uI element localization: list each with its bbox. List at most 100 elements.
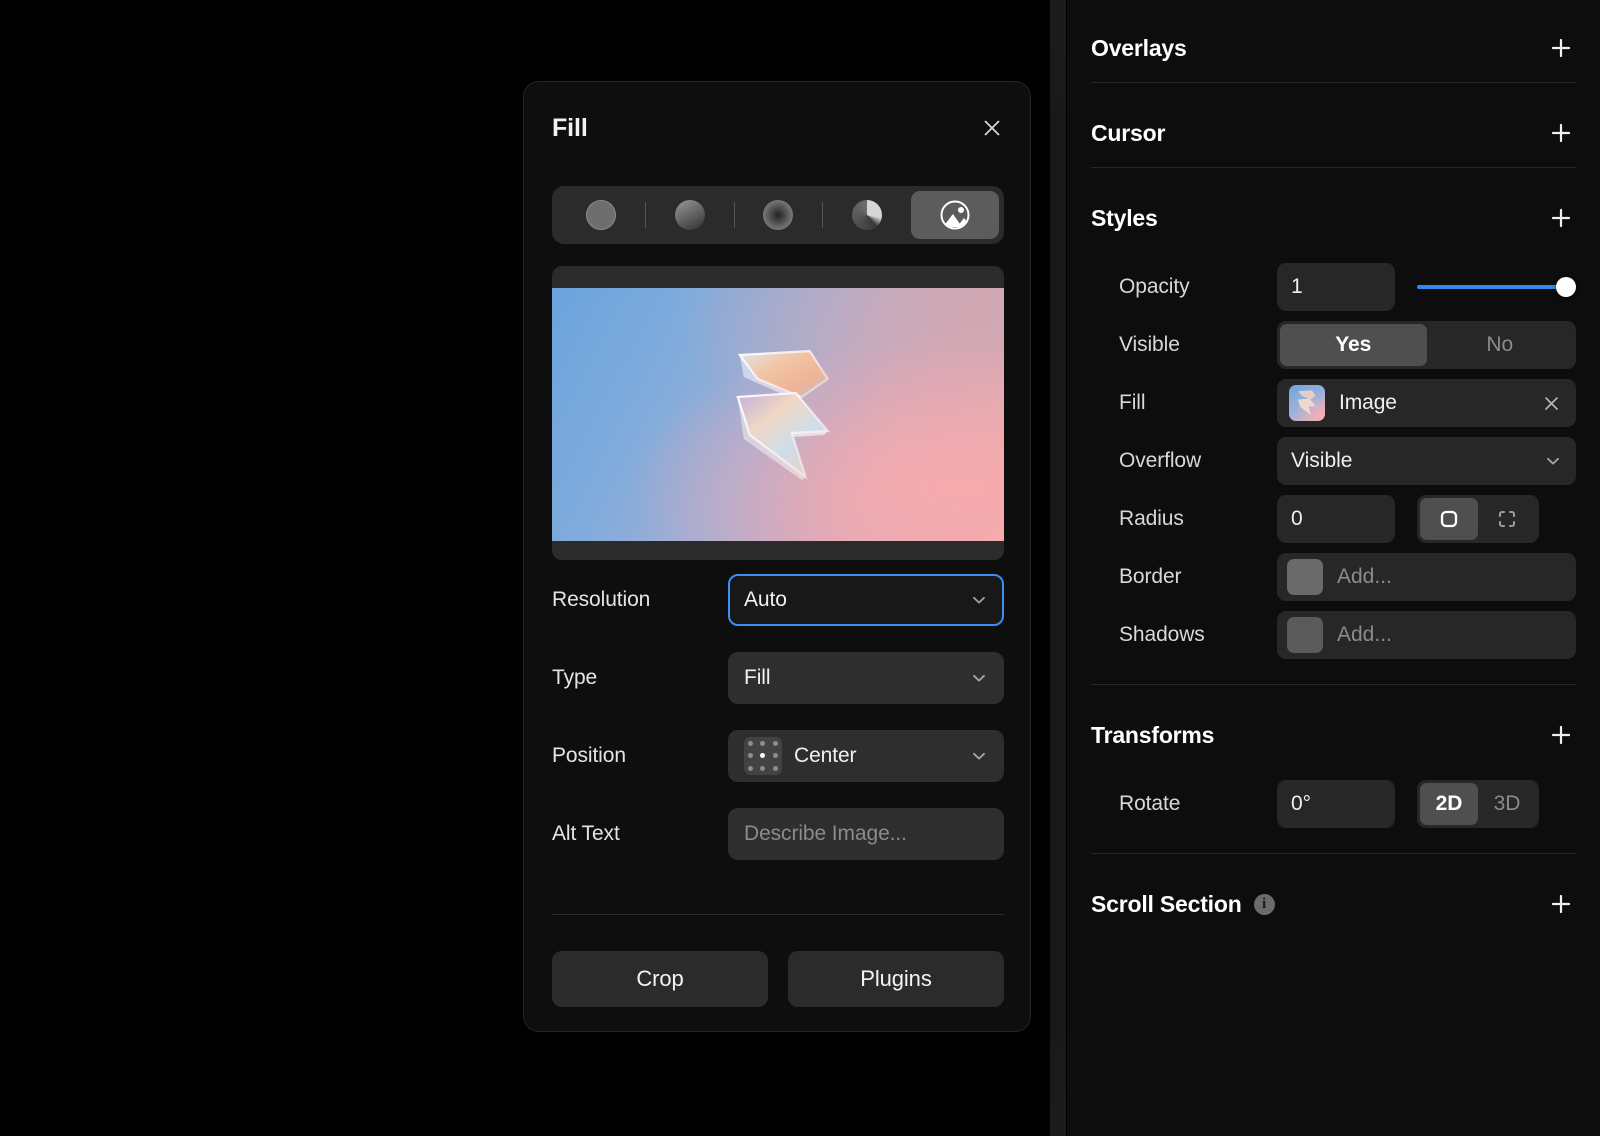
section-scroll-section[interactable]: Scroll Section i	[1091, 882, 1576, 926]
rotate-row: Rotate 0° 2D 3D	[1091, 775, 1576, 833]
rotate-mode-toggle[interactable]: 2D 3D	[1417, 780, 1539, 828]
resolution-label: Resolution	[552, 588, 728, 612]
opacity-input[interactable]: 1	[1277, 263, 1395, 311]
spacer	[1091, 70, 1576, 82]
visible-toggle[interactable]: Yes No	[1277, 321, 1576, 369]
grid-dot	[773, 753, 778, 758]
chevron-down-icon	[970, 669, 988, 687]
shadow-color-swatch[interactable]	[1287, 617, 1323, 653]
close-icon[interactable]	[976, 112, 1008, 144]
resolution-select[interactable]: Auto	[728, 574, 1004, 626]
opacity-slider-track	[1417, 285, 1562, 289]
fill-row: Fill Image	[1091, 374, 1576, 432]
opacity-row: Opacity 1	[1091, 258, 1576, 316]
radius-label: Radius	[1091, 507, 1277, 531]
spacer	[1091, 664, 1576, 684]
spacer	[1091, 155, 1576, 167]
visible-label: Visible	[1091, 333, 1277, 357]
image-preview[interactable]	[552, 266, 1004, 560]
overflow-label: Overflow	[1091, 449, 1277, 473]
fill-type-linear-gradient[interactable]	[646, 191, 734, 239]
border-row: Border Add...	[1091, 548, 1576, 606]
rotate-label: Rotate	[1091, 792, 1277, 816]
chevron-down-icon	[1544, 452, 1562, 470]
rounded-square-icon	[1438, 508, 1460, 530]
opacity-slider[interactable]	[1417, 263, 1576, 311]
position-value: Center	[794, 744, 970, 768]
radius-mode-per-corner[interactable]	[1478, 498, 1536, 540]
section-styles[interactable]: Styles	[1091, 196, 1576, 240]
section-title-transforms: Transforms	[1091, 722, 1214, 749]
fill-type-image[interactable]	[911, 191, 999, 239]
divider	[1091, 82, 1576, 83]
image-preview-bitmap	[552, 288, 1004, 541]
fill-swatch[interactable]	[1289, 385, 1325, 421]
alt-text-field[interactable]: Describe Image...	[728, 808, 1004, 860]
rotate-mode-3d[interactable]: 3D	[1478, 783, 1536, 825]
section-overlays[interactable]: Overlays	[1091, 26, 1576, 70]
fill-type-radial-gradient[interactable]	[735, 191, 823, 239]
add-scroll-section-plus-icon[interactable]	[1546, 889, 1576, 919]
overflow-value: Visible	[1291, 449, 1544, 473]
fill-value-control[interactable]: Image	[1277, 379, 1576, 427]
divider	[1091, 853, 1576, 854]
rotate-input[interactable]: 0°	[1277, 780, 1395, 828]
fill-type-solid[interactable]	[557, 191, 645, 239]
position-label: Position	[552, 744, 728, 768]
opacity-slider-knob[interactable]	[1556, 277, 1576, 297]
border-placeholder: Add...	[1337, 565, 1392, 589]
shadows-placeholder: Add...	[1337, 623, 1392, 647]
border-add-control[interactable]: Add...	[1277, 553, 1576, 601]
corners-icon	[1496, 508, 1518, 530]
border-color-swatch[interactable]	[1287, 559, 1323, 595]
info-icon[interactable]: i	[1254, 894, 1275, 915]
alt-text-row: Alt Text Describe Image...	[552, 808, 1004, 860]
spacer	[1091, 833, 1576, 853]
fill-modal-title: Fill	[552, 114, 588, 143]
grid-dot	[748, 753, 753, 758]
section-title-scroll-section: Scroll Section	[1091, 891, 1242, 918]
fill-label: Fill	[1091, 391, 1277, 415]
overflow-row: Overflow Visible	[1091, 432, 1576, 490]
divider	[1091, 167, 1576, 168]
radius-input[interactable]: 0	[1277, 495, 1395, 543]
conic-gradient-icon	[852, 200, 882, 230]
add-style-plus-icon[interactable]	[1546, 203, 1576, 233]
section-title-styles: Styles	[1091, 205, 1158, 232]
section-transforms[interactable]: Transforms	[1091, 713, 1576, 757]
radius-mode-toggle[interactable]	[1417, 495, 1539, 543]
resolution-row: Resolution Auto	[552, 574, 1004, 626]
resolution-value: Auto	[744, 588, 970, 612]
divider	[552, 914, 1004, 915]
visible-option-no[interactable]: No	[1427, 324, 1574, 366]
add-transform-plus-icon[interactable]	[1546, 720, 1576, 750]
visible-option-yes[interactable]: Yes	[1280, 324, 1427, 366]
position-row: Position Center	[552, 730, 1004, 782]
grid-dot	[760, 766, 765, 771]
fill-type-selector[interactable]	[552, 186, 1004, 244]
grid-dot	[773, 766, 778, 771]
add-overlay-plus-icon[interactable]	[1546, 33, 1576, 63]
grid-dot	[773, 741, 778, 746]
type-label: Type	[552, 666, 728, 690]
radius-mode-uniform[interactable]	[1420, 498, 1478, 540]
section-cursor[interactable]: Cursor	[1091, 111, 1576, 155]
grid-dot	[748, 741, 753, 746]
alt-text-placeholder: Describe Image...	[744, 822, 988, 846]
type-value: Fill	[744, 666, 970, 690]
properties-sidebar: Overlays Cursor Styles Opacity 1	[1067, 0, 1600, 1136]
shadows-add-control[interactable]: Add...	[1277, 611, 1576, 659]
crop-button[interactable]: Crop	[552, 951, 768, 1007]
fill-type-conic-gradient[interactable]	[823, 191, 911, 239]
image-icon	[938, 198, 972, 232]
position-grid-icon[interactable]	[744, 737, 782, 775]
plugins-button[interactable]: Plugins	[788, 951, 1004, 1007]
overflow-select[interactable]: Visible	[1277, 437, 1576, 485]
position-select[interactable]: Center	[728, 730, 1004, 782]
rotate-mode-2d[interactable]: 2D	[1420, 783, 1478, 825]
type-select[interactable]: Fill	[728, 652, 1004, 704]
add-cursor-plus-icon[interactable]	[1546, 118, 1576, 148]
chevron-down-icon	[970, 747, 988, 765]
fill-modal-footer: Crop Plugins	[552, 951, 1004, 1007]
clear-fill-icon[interactable]	[1538, 390, 1564, 416]
